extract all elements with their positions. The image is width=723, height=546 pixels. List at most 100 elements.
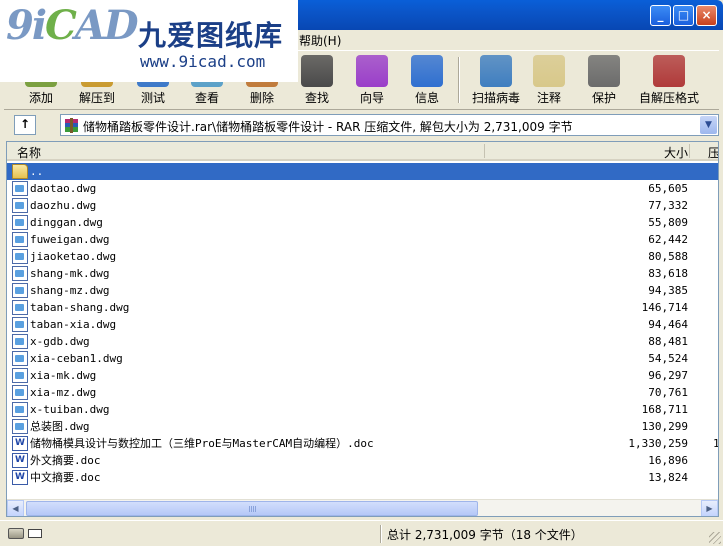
table-row[interactable]: x-gdb.dwg 88,481 (7, 333, 718, 350)
drive-icon[interactable] (8, 528, 24, 539)
status-icons (6, 525, 376, 543)
dwg-file-icon (12, 385, 28, 400)
find-label: 查找 (304, 91, 329, 105)
table-row[interactable]: shang-mz.dwg 94,385 (7, 282, 718, 299)
dwg-file-icon (12, 266, 28, 281)
key-icon[interactable] (28, 529, 42, 538)
wizard-icon (356, 55, 388, 87)
window-controls: _ □ × (650, 5, 717, 26)
close-button[interactable]: × (696, 5, 717, 26)
status-total: 总计 2,731,009 字节（18 个文件） (387, 528, 583, 542)
file-name: dinggan.dwg (30, 216, 103, 229)
wizard-label: 向导 (359, 91, 384, 105)
doc-file-icon (12, 469, 28, 486)
info-label: 信息 (414, 91, 439, 105)
table-row[interactable]: jiaoketao.dwg 80,588 (7, 248, 718, 265)
file-size: 94,464 (648, 318, 688, 331)
file-name: daotao.dwg (30, 182, 97, 195)
sfx-button[interactable]: 自解压格式 (634, 53, 704, 107)
sfx-label: 自解压格式 (638, 91, 699, 105)
path-text: 储物桶踏板零件设计.rar\储物桶踏板零件设计 - RAR 压缩文件, 解包大小… (83, 120, 573, 134)
protect-icon (588, 55, 620, 87)
path-combobox[interactable]: 储物桶踏板零件设计.rar\储物桶踏板零件设计 - RAR 压缩文件, 解包大小… (60, 114, 719, 136)
extract-to-label: 解压到 (78, 91, 115, 105)
column-packed[interactable]: 压 (708, 144, 718, 161)
wizard-button[interactable]: 向导 (345, 53, 399, 107)
file-name: 中文摘要.doc (30, 471, 101, 484)
file-size: 88,481 (648, 335, 688, 348)
horizontal-scrollbar[interactable]: ◀ ▶ (7, 499, 718, 516)
table-row[interactable]: x-tuiban.dwg 168,711 (7, 401, 718, 418)
status-separator (380, 525, 382, 543)
column-name[interactable]: 名称 (17, 144, 41, 161)
doc-file-icon (12, 435, 28, 452)
scroll-right-button[interactable]: ▶ (701, 500, 718, 516)
scroll-thumb[interactable] (26, 501, 478, 516)
find-icon (301, 55, 333, 87)
scroll-left-button[interactable]: ◀ (7, 500, 24, 516)
chevron-down-icon[interactable]: ▼ (700, 116, 717, 134)
column-size[interactable]: 大小 (664, 144, 688, 161)
test-label: 测试 (140, 91, 165, 105)
watermark-overlay: 9iCAD 九爱图纸库 www.9icad.com (0, 0, 298, 82)
file-size: 146,714 (641, 301, 688, 314)
watermark-url: www.9icad.com (140, 52, 266, 71)
info-button[interactable]: 信息 (400, 53, 454, 107)
folder-icon (12, 164, 28, 179)
dwg-file-icon (12, 249, 28, 264)
table-row[interactable]: xia-mz.dwg 70,761 (7, 384, 718, 401)
comment-button[interactable]: 注释 (522, 53, 576, 107)
dwg-file-icon (12, 198, 28, 213)
find-button[interactable]: 查找 (290, 53, 344, 107)
menu-help[interactable]: 帮助(H) (299, 32, 341, 49)
table-row[interactable]: taban-shang.dwg 146,714 (7, 299, 718, 316)
file-name: xia-mk.dwg (30, 369, 97, 382)
column-divider[interactable] (484, 144, 485, 158)
column-divider[interactable] (689, 144, 690, 158)
file-name: jiaoketao.dwg (30, 250, 117, 263)
table-row[interactable]: shang-mk.dwg 83,618 (7, 265, 718, 282)
resize-grip[interactable] (709, 532, 721, 544)
table-row[interactable]: xia-mk.dwg 96,297 (7, 367, 718, 384)
doc-file-icon (12, 452, 28, 469)
file-list[interactable]: 名称 大小 压 .. daotao.dwg 65,605 daozhu.dwg 77,3… (6, 141, 719, 517)
table-row[interactable]: daozhu.dwg 77,332 (7, 197, 718, 214)
table-row[interactable]: 储物桶模具设计与数控加工（三维ProE与MasterCAM自动编程）.doc 1,… (7, 435, 718, 452)
file-size: 80,588 (648, 250, 688, 263)
maximize-button[interactable]: □ (673, 5, 694, 26)
protect-button[interactable]: 保护 (577, 53, 631, 107)
delete-label: 删除 (249, 91, 274, 105)
minimize-button[interactable]: _ (650, 5, 671, 26)
file-name: shang-mz.dwg (30, 284, 110, 297)
table-row[interactable]: 中文摘要.doc 13,824 (7, 469, 718, 486)
view-label: 查看 (194, 91, 219, 105)
table-row[interactable]: 总装图.dwg 130,299 (7, 418, 718, 435)
virus-scan-button[interactable]: 扫描病毒 (464, 53, 528, 107)
list-header: 名称 大小 压 (7, 142, 718, 161)
grip-icon (249, 506, 257, 512)
table-row[interactable]: dinggan.dwg 55,809 (7, 214, 718, 231)
dwg-file-icon (12, 215, 28, 230)
table-row[interactable]: taban-xia.dwg 94,464 (7, 316, 718, 333)
file-size: 55,809 (648, 216, 688, 229)
protect-label: 保护 (591, 91, 616, 105)
table-row[interactable]: xia-ceban1.dwg 54,524 (7, 350, 718, 367)
file-size: 70,761 (648, 386, 688, 399)
file-name: fuweigan.dwg (30, 233, 110, 246)
table-row[interactable]: fuweigan.dwg 62,442 (7, 231, 718, 248)
virus-scan-label: 扫描病毒 (471, 91, 520, 105)
dwg-file-icon (12, 402, 28, 417)
dwg-file-icon (12, 419, 28, 434)
file-packed: 1 (713, 437, 719, 450)
dwg-file-icon (12, 181, 28, 196)
virus-scan-icon (480, 55, 512, 87)
file-size: 94,385 (648, 284, 688, 297)
dwg-file-icon (12, 317, 28, 332)
file-name: x-tuiban.dwg (30, 403, 110, 416)
parent-folder-row[interactable]: .. (7, 163, 718, 180)
table-row[interactable]: 外文摘要.doc 16,896 (7, 452, 718, 469)
up-folder-button[interactable]: ↑ (14, 115, 36, 135)
table-row[interactable]: daotao.dwg 65,605 (7, 180, 718, 197)
file-name: xia-mz.dwg (30, 386, 97, 399)
file-name: 总装图.dwg (30, 420, 90, 433)
